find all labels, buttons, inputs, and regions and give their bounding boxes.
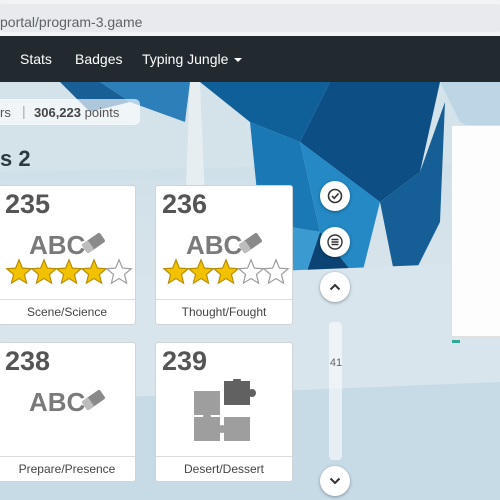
lesson-card[interactable]: 235 ABC Scene/Science (0, 185, 136, 325)
lesson-label: Prepare/Presence (18, 462, 116, 476)
lesson-card[interactable]: 238 ABC Prepare/Presence (0, 342, 136, 482)
lesson-number: 235 (5, 189, 51, 219)
abc-eraser-icon: ABC (29, 387, 107, 420)
stats-separator: | (22, 103, 26, 119)
vertical-scroll-track[interactable] (329, 322, 342, 460)
browser-address-bar: portal/program-3.game (0, 0, 500, 36)
svg-text:ABC: ABC (29, 387, 86, 415)
lesson-label-bar: Desert/Dessert (156, 456, 292, 481)
star-rating (5, 258, 133, 291)
lesson-label: Scene/Science (26, 305, 108, 319)
menu-icon (327, 234, 343, 250)
lesson-number: 239 (162, 346, 208, 376)
caret-down-icon (234, 58, 243, 63)
stats-prefix-text: rs (0, 105, 11, 120)
lesson-card[interactable]: 239 Desert/Dessert (155, 342, 293, 482)
chevron-down-icon (329, 477, 341, 485)
points-display: 306,223 points (34, 105, 119, 120)
scroll-down-button[interactable] (320, 466, 350, 496)
star-rating (162, 258, 290, 291)
nav-typing-jungle-label: Typing Jungle (142, 51, 229, 67)
lesson-number: 236 (162, 189, 208, 219)
section-title: s 2 (0, 146, 31, 171)
svg-text:ABC: ABC (29, 230, 86, 258)
url-field-container[interactable]: portal/program-3.game (0, 4, 500, 32)
lesson-label-bar: Thought/Fought (156, 299, 292, 324)
scroll-position-label: 41 (329, 357, 343, 369)
chevron-up-icon (329, 283, 341, 291)
points-unit: points (84, 105, 120, 120)
lesson-number: 238 (5, 346, 51, 376)
lesson-label: Desert/Dessert (183, 462, 265, 476)
status-indicator (452, 340, 460, 343)
lesson-label-bar: Prepare/Presence (0, 456, 135, 481)
nav-typing-jungle-dropdown[interactable]: Typing Jungle (142, 51, 243, 67)
puzzle-icon (192, 377, 258, 448)
check-circle-icon (327, 188, 343, 204)
points-value: 306,223 (34, 105, 81, 120)
lesson-label: Thought/Fought (181, 305, 267, 319)
nav-stats-link[interactable]: Stats (20, 51, 52, 67)
url-text[interactable]: portal/program-3.game (0, 14, 142, 30)
check-circle-button[interactable] (320, 181, 350, 211)
side-info-panel (451, 125, 500, 337)
scroll-up-button[interactable] (320, 272, 350, 302)
menu-button[interactable] (320, 227, 350, 257)
svg-text:ABC: ABC (186, 230, 243, 258)
top-navbar: Stats Badges Typing Jungle (0, 36, 500, 82)
lesson-card[interactable]: 236 ABC Thought/Fought (155, 185, 293, 325)
nav-badges-link[interactable]: Badges (75, 51, 122, 67)
lesson-label-bar: Scene/Science (0, 299, 135, 324)
